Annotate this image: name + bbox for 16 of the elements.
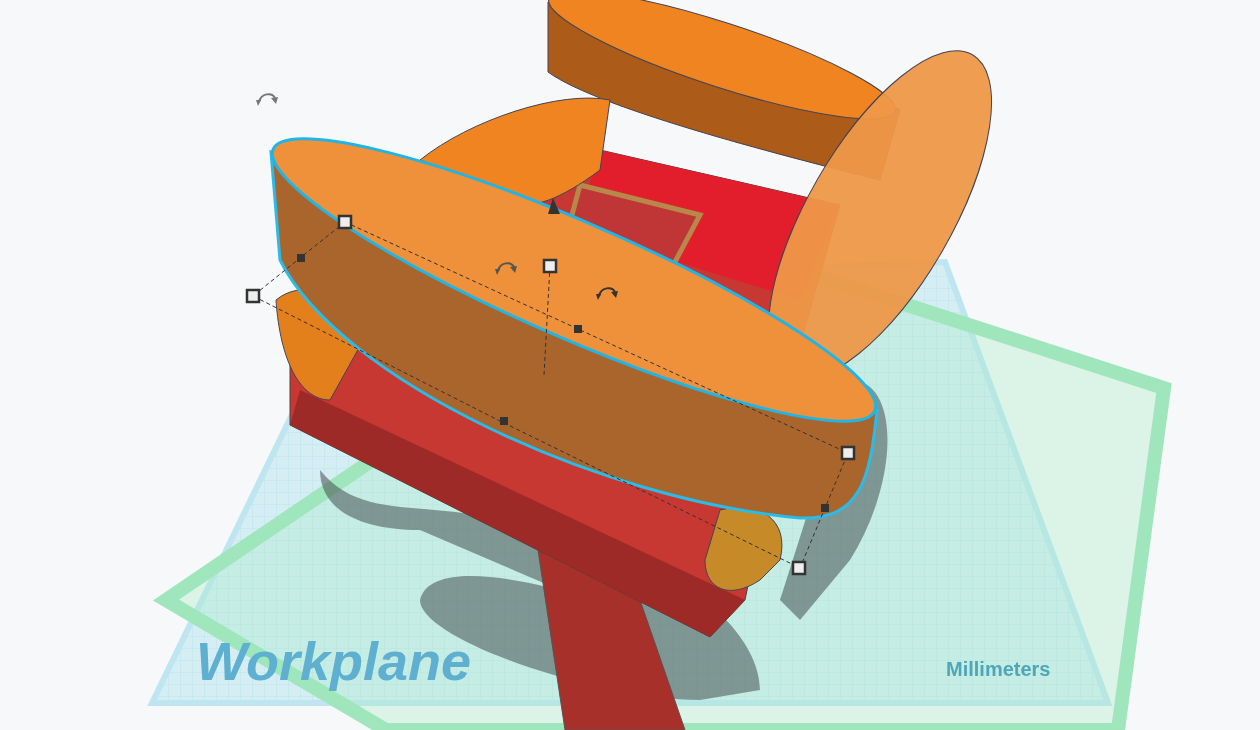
rotate-icon[interactable] [256,93,278,106]
resize-handle[interactable] [840,445,856,461]
height-handle[interactable] [548,198,560,214]
resize-handle[interactable] [337,214,353,230]
midpoint-handle[interactable] [821,504,829,512]
midpoint-handle[interactable] [500,417,508,425]
midpoint-handle[interactable] [297,254,305,262]
resize-handle[interactable] [542,258,558,274]
rotate-icon[interactable] [596,287,618,300]
resize-handle[interactable] [791,560,807,576]
units-label: Millimeters [946,658,1051,680]
rotate-icon[interactable] [495,262,517,275]
workplane-label: Workplane [196,631,472,691]
midpoint-handle[interactable] [574,325,582,333]
selected-cylinder-shape[interactable] [269,137,879,520]
resize-handle[interactable] [245,288,261,304]
